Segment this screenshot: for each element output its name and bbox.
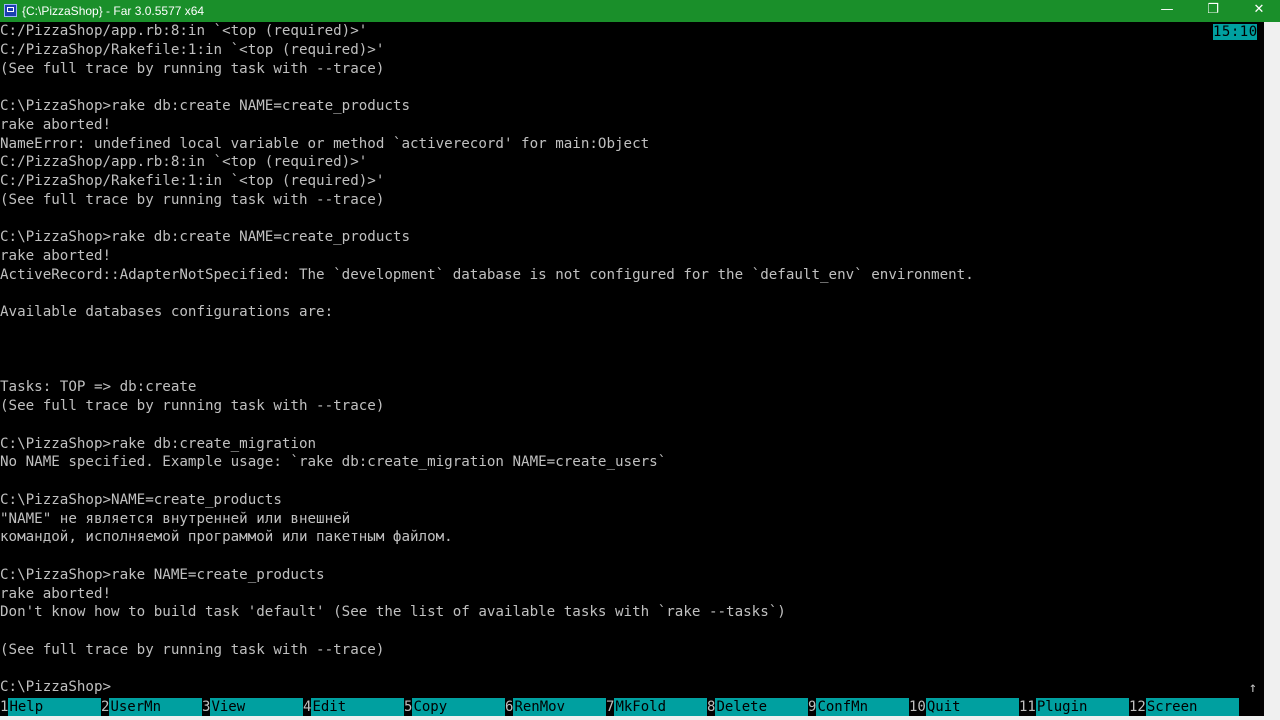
fkey-copy[interactable]: 5 Copy xyxy=(404,698,505,716)
console-line: rake aborted! xyxy=(0,116,112,133)
fkey-usermn[interactable]: 2 UserMn xyxy=(101,698,202,716)
fkey-label: Edit xyxy=(311,698,404,716)
console-line: (See full trace by running task with --t… xyxy=(0,60,385,77)
console-line: Don't know how to build task 'default' (… xyxy=(0,604,786,621)
console-line: C:/PizzaShop/Rakefile:1:in `<top (requir… xyxy=(0,173,385,189)
fkey-confmn[interactable]: 9 ConfMn xyxy=(808,698,909,716)
title-bar: {C:\PizzaShop} - Far 3.0.5577 x64 — ❐ ✕ xyxy=(0,0,1280,22)
fkey-edit[interactable]: 4 Edit xyxy=(303,698,404,716)
restore-button[interactable]: ❐ xyxy=(1190,0,1236,22)
console-line: командой, исполняемой программой или пак… xyxy=(0,529,453,546)
fkey-label: Quit xyxy=(925,698,1019,716)
console-line: C:/PizzaShop/app.rb:8:in `<top (required… xyxy=(0,154,368,171)
fkey-label: Copy xyxy=(412,698,505,716)
close-button[interactable]: ✕ xyxy=(1236,0,1280,22)
console-line: No NAME specified. Example usage: `rake … xyxy=(0,454,667,471)
console-line: C:\PizzaShop>rake NAME=create_products xyxy=(0,566,325,583)
minimize-button[interactable]: — xyxy=(1144,0,1190,22)
fkey-help[interactable]: 1 Help xyxy=(0,698,101,716)
fkey-view[interactable]: 3 View xyxy=(202,698,303,716)
fkey-plugin[interactable]: 11 Plugin xyxy=(1019,698,1129,716)
window-title: {C:\PizzaShop} - Far 3.0.5577 x64 xyxy=(22,4,205,18)
fkey-renmov[interactable]: 6 RenMov xyxy=(505,698,606,716)
fkey-number: 1 xyxy=(0,698,9,716)
fkey-label: UserMn xyxy=(109,698,202,716)
console-output[interactable]: C:/PizzaShop/app.rb:8:in `<top (required… xyxy=(0,22,1264,698)
fkey-number: 7 xyxy=(606,698,615,716)
fkey-label: RenMov xyxy=(513,698,606,716)
console-line: C:\PizzaShop>rake db:create_migration xyxy=(0,435,317,452)
fkey-mkfold[interactable]: 7 MkFold xyxy=(606,698,707,716)
fkey-quit[interactable]: 10 Quit xyxy=(909,698,1019,716)
console-line: ActiveRecord::AdapterNotSpecified: The `… xyxy=(0,266,974,283)
fkey-label: Help xyxy=(8,698,101,716)
console-line: (See full trace by running task with --t… xyxy=(0,641,385,658)
fkey-number: 4 xyxy=(303,698,312,716)
console-line: NameError: undefined local variable or m… xyxy=(0,135,650,152)
bottom-strip xyxy=(0,716,1280,720)
fkey-number: 3 xyxy=(202,698,211,716)
console-line: C:/PizzaShop/app.rb:8:in `<top (required… xyxy=(0,23,368,39)
console-line: C:\PizzaShop> xyxy=(0,679,112,696)
fkey-label: Delete xyxy=(715,698,808,716)
console-line: C:\PizzaShop>rake db:create NAME=create_… xyxy=(0,98,410,114)
console-line: (See full trace by running task with --t… xyxy=(0,191,385,208)
console-line: C:/PizzaShop/Rakefile:1:in `<top (requir… xyxy=(0,41,385,58)
fkey-number: 5 xyxy=(404,698,413,716)
console-line: "NAME" не является внутренней или внешне… xyxy=(0,510,351,527)
fkey-number: 6 xyxy=(505,698,514,716)
fkey-delete[interactable]: 8 Delete xyxy=(707,698,808,716)
console-line: rake aborted! xyxy=(0,248,112,264)
console-line: rake aborted! xyxy=(0,585,112,602)
console-line: C:\PizzaShop>rake db:create NAME=create_… xyxy=(0,229,410,246)
fkey-number: 12 xyxy=(1129,698,1146,716)
fkey-number: 10 xyxy=(909,698,926,716)
fkey-number: 8 xyxy=(707,698,716,716)
fkey-label: View xyxy=(210,698,303,716)
fkey-label: Plugin xyxy=(1035,698,1129,716)
fkey-label: ConfMn xyxy=(816,698,909,716)
console-line: Tasks: TOP => db:create xyxy=(0,379,197,396)
fkey-label: MkFold xyxy=(614,698,707,716)
fkey-label: Screen xyxy=(1145,698,1239,716)
fkey-number: 9 xyxy=(808,698,817,716)
vertical-scrollbar[interactable] xyxy=(1264,22,1280,720)
clock: 15:10 xyxy=(1213,24,1258,40)
fkey-number: 2 xyxy=(101,698,110,716)
far-app-icon[interactable] xyxy=(4,4,17,17)
scroll-up-arrow-icon[interactable]: ↑ xyxy=(1246,680,1260,696)
function-key-bar: 1 Help 2 UserMn 3 View 4 Edit 5 Copy 6 RenMov 7 MkFol… xyxy=(0,698,1264,716)
console-line: Available databases configurations are: xyxy=(0,304,334,321)
console-line: C:\PizzaShop>NAME=create_products xyxy=(0,491,282,508)
fkey-number: 11 xyxy=(1019,698,1036,716)
fkey-screen[interactable]: 12 Screen xyxy=(1129,698,1239,716)
console-line: (See full trace by running task with --t… xyxy=(0,398,385,414)
